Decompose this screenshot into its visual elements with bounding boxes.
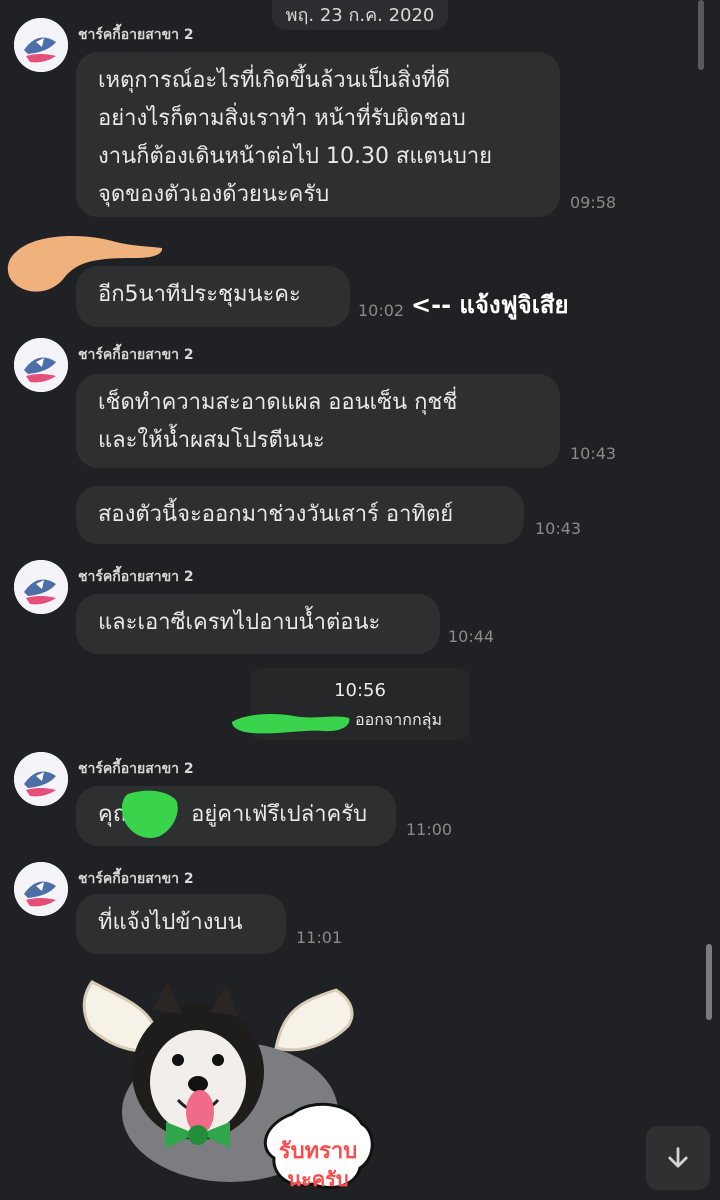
message-text: และเอาซีเครทไปอาบน้ำต่อนะ [98, 610, 381, 635]
message-time: 10:43 [570, 444, 617, 463]
cartoon-avatar-icon [14, 862, 68, 916]
sticker-caption-line2: นะครับ [287, 1167, 348, 1191]
message-line: จุดของตัวเองด้วยนะครับ [98, 182, 330, 207]
sender-name: ชาร์คกี้อายสาขา 2 [78, 871, 194, 887]
sender-avatar[interactable] [14, 560, 68, 614]
scrollbar-thumb[interactable] [706, 944, 712, 1020]
message-bubble[interactable]: ที่แจ้งไปข้างบน [76, 894, 286, 954]
message-time: 11:01 [296, 928, 343, 947]
message-line: อย่างไรก็ตามสิ่งเราทำ หน้าที่รับผิดชอบ [98, 106, 466, 131]
redaction-scribble-name [232, 714, 350, 734]
sender-avatar[interactable] [14, 862, 68, 916]
sender-name: ชาร์คกี้อายสาขา 2 [78, 347, 194, 363]
sender-avatar[interactable] [14, 18, 68, 72]
sender-avatar[interactable] [14, 752, 68, 806]
system-time: 10:56 [334, 680, 386, 701]
message-bubble[interactable]: เหตุการณ์อะไรที่เกิดขึ้นล้วนเป็นสิ่งที่ด… [76, 52, 560, 217]
message-text: อีก5นาทีประชุมนะคะ [98, 282, 301, 307]
message-bubble[interactable]: อีก5นาทีประชุมนะคะ [76, 266, 350, 327]
system-message: ออกจากกลุ่ม [355, 710, 442, 729]
message-time: 10:43 [535, 519, 582, 538]
message-bubble[interactable]: และเอาซีเครทไปอาบน้ำต่อนะ [76, 594, 440, 654]
cartoon-avatar-icon [14, 752, 68, 806]
annotation-text: <-- แจ้งฟูจิเสีย [411, 291, 569, 319]
dog-sticker[interactable]: รับทราบ นะครับ [70, 972, 390, 1200]
sender-name: ชาร์คกี้อายสาขา 2 [78, 27, 194, 43]
message-bubble[interactable]: สองตัวนี้จะออกมาช่วงวันเสาร์ อาทิตย์ [76, 486, 524, 544]
sticker-caption-line1: รับทราบ [279, 1139, 357, 1164]
message-time: 10:44 [448, 627, 495, 646]
message-text: ที่แจ้งไปข้างบน [98, 910, 243, 935]
scrollbar-top[interactable] [698, 0, 704, 70]
message-bubble[interactable]: เช็ดทำความสะอาดแผล ออนเซ็น กุชชี่ และให้… [76, 374, 560, 468]
sender-avatar[interactable] [14, 338, 68, 392]
message-line: และให้น้ำผสมโปรตีนนะ [98, 428, 325, 453]
message-text-suffix: อยู่คาเฟ่รึเปล่าครับ [191, 802, 368, 827]
cartoon-avatar-icon [14, 338, 68, 392]
message-time: 11:00 [406, 820, 453, 839]
cartoon-avatar-icon [14, 560, 68, 614]
scroll-down-button[interactable] [646, 1126, 710, 1190]
message-line: เหตุการณ์อะไรที่เกิดขึ้นล้วนเป็นสิ่งที่ด… [98, 68, 451, 93]
cartoon-avatar-icon [14, 18, 68, 72]
sender-name: ชาร์คกี้อายสาขา 2 [78, 761, 194, 777]
message-line: งานก็ต้องเดินหน้าต่อไป 10.30 สแตนบาย [98, 144, 493, 169]
arrow-down-icon [668, 1147, 688, 1168]
message-time: 10:02 [358, 301, 405, 320]
message-time: 09:58 [570, 193, 617, 212]
date-divider: พฤ. 23 ก.ค. 2020 [272, 0, 448, 30]
sender-name: ชาร์คกี้อายสาขา 2 [78, 569, 194, 585]
message-line: เช็ดทำความสะอาดแผล ออนเซ็น กุชชี่ [98, 390, 458, 415]
redaction-scribble-mention [121, 790, 178, 839]
message-text: สองตัวนี้จะออกมาช่วงวันเสาร์ อาทิตย์ [98, 502, 454, 527]
